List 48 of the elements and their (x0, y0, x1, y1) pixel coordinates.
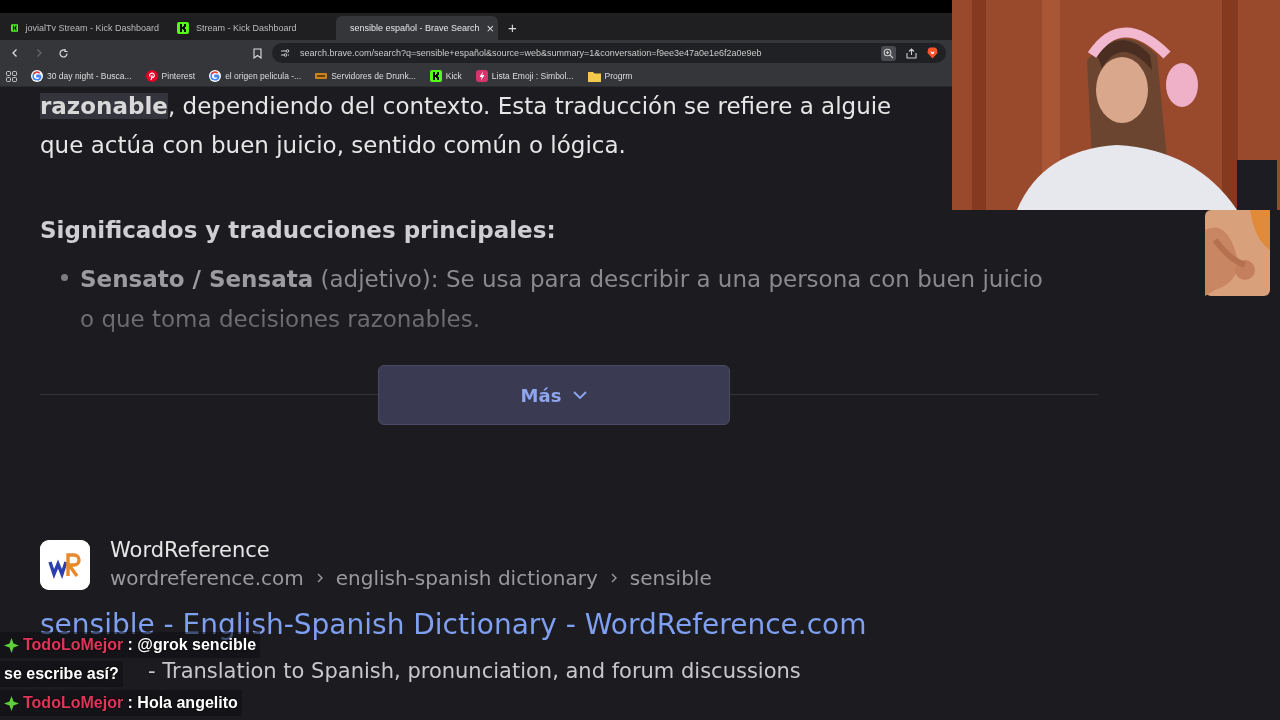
answer-text: razonable, dependiendo del contexto. Esta traducción se refiere a alguie (40, 92, 892, 121)
answer-text: que actúa con buen juicio, sentido común o lógica. (40, 131, 626, 160)
server-icon (315, 71, 328, 81)
bookmark-item[interactable]: Progrm (587, 70, 633, 82)
breadcrumb-text: wordreference.com (110, 565, 304, 592)
reload-icon[interactable] (58, 47, 69, 59)
chat-message: TodoLoMejor : Hola angelito (23, 693, 238, 713)
new-tab-button[interactable]: + (508, 20, 517, 35)
zoom-icon[interactable] (881, 45, 896, 61)
site-name: WordReference (110, 537, 270, 564)
bookmark-item[interactable]: Servidores de Drunk... (315, 71, 416, 81)
close-tab-button[interactable]: × (486, 21, 495, 35)
url-text: search.brave.com/search?q=sensible+español&source=web&summary=1&conversation=f9ee3e47a0e1e6f2a0e9eb (300, 48, 763, 58)
breadcrumb-text: sensible (629, 565, 712, 592)
pin-icon (145, 70, 158, 82)
bookmark-item[interactable]: Pinterest (145, 70, 196, 82)
apps-icon[interactable] (6, 70, 17, 82)
section-heading: Significados y traducciones principales: (40, 217, 556, 243)
folder-icon (587, 70, 601, 82)
chat-message: se escribe así? (4, 664, 119, 684)
share-icon[interactable] (906, 47, 917, 59)
bookmark-item[interactable]: Kick (429, 70, 462, 82)
site-settings-icon[interactable] (280, 48, 290, 58)
browser-tab[interactable]: jovialTv Stream - Kick Dashboard (4, 16, 166, 40)
bookmark-item[interactable]: Lista Emoji : Simbol... (475, 70, 574, 82)
bookmark-item[interactable]: 30 day night - Busca... (31, 70, 132, 82)
back-icon[interactable] (10, 48, 20, 58)
chevron-icon (573, 390, 588, 400)
logo-icon (40, 539, 90, 590)
address-bar[interactable]: search.brave.com/search?q=sensible+español&source=web&summary=1&conversation=f9ee3e47a0e1e6f2a0e9eb (272, 43, 946, 63)
bookmark-icon[interactable] (253, 47, 262, 59)
breadcrumb-text: english-spanish dictionary (335, 565, 598, 592)
bolt-icon (475, 70, 488, 82)
diamond-icon (4, 695, 19, 711)
browser-tab[interactable]: sensible español - Brave Search × (336, 16, 498, 40)
browser-tab[interactable]: Stream - Kick Dashboard (170, 16, 332, 40)
kick-icon (177, 22, 189, 34)
diamond-icon (4, 637, 19, 653)
kick-icon (11, 22, 19, 34)
google-icon (209, 70, 222, 82)
kick-icon (429, 70, 442, 82)
bullet-text: Sensato / Sensata (adjetivo): Se usa para describir a una persona con buen juicio o que toma decisiones razonables. (80, 265, 1044, 334)
bullet-icon (61, 274, 68, 281)
lion-icon[interactable] (927, 47, 938, 59)
bookmark-item[interactable]: el origen pelicula -... (209, 70, 302, 82)
google-icon (31, 70, 43, 82)
more-button[interactable]: Más (378, 365, 730, 425)
result-description: - Translation to Spanish, pronunciation, and forum discussions (148, 659, 801, 683)
